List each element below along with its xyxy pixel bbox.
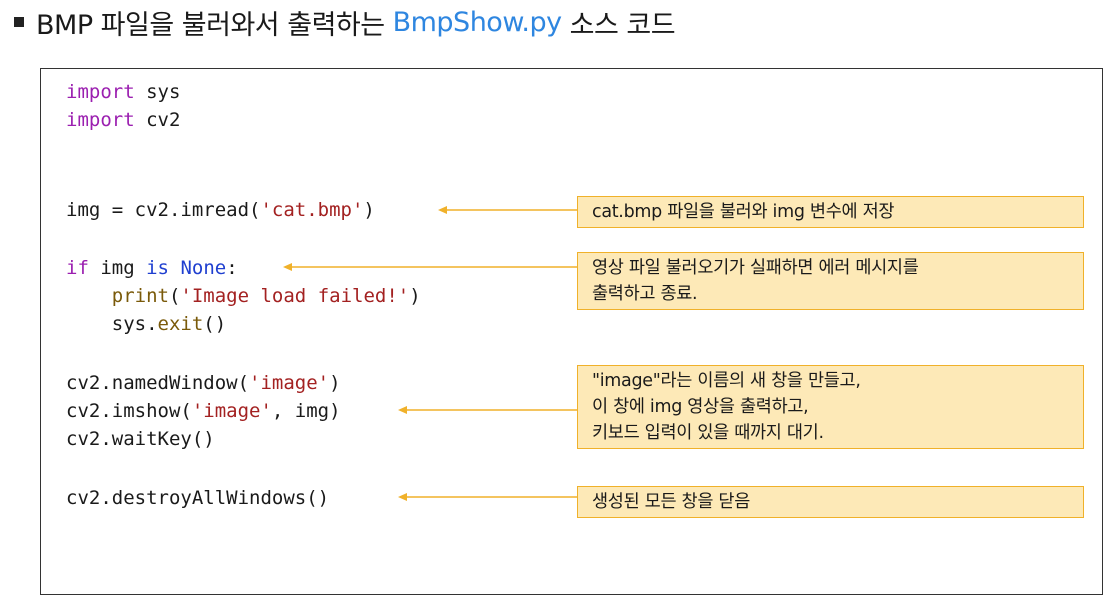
code-line-exit: sys.exit() [66, 313, 227, 335]
code-line-imread: img = cv2.imread('cat.bmp') [66, 199, 375, 221]
arrow-left-icon [283, 263, 577, 271]
code-line-namedwindow: cv2.namedWindow('image') [66, 372, 341, 394]
note-window-show: "image"라는 이름의 새 창을 만들고, 이 창에 img 영상을 출력하… [577, 365, 1084, 449]
code-line-print: print('Image load failed!') [111, 285, 421, 307]
note-load-failed: 영상 파일 불러오기가 실패하면 에러 메시지를 출력하고 종료. [577, 252, 1084, 310]
code-line-destroyallwindows: cv2.destroyAllWindows() [66, 487, 330, 509]
code-line-if-none: if img is None: [66, 257, 238, 279]
code-line-import-cv2: import cv2 [66, 109, 181, 131]
code-line-imshow: cv2.imshow('image', img) [66, 400, 341, 422]
code-line-import-sys: import sys [66, 81, 181, 103]
code-line-waitkey: cv2.waitKey() [66, 428, 215, 450]
note-imread: cat.bmp 파일을 불러와 img 변수에 저장 [577, 196, 1084, 228]
title-filename: BmpShow.py [392, 6, 563, 38]
arrow-left-icon [398, 493, 577, 501]
title-suffix: 소스 코드 [569, 9, 676, 41]
title-prefix: BMP 파일을 불러와서 출력하는 [36, 9, 385, 41]
slide-title: BMP 파일을 불러와서 출력하는 BmpShow.py 소스 코드 [14, 2, 676, 42]
arrow-left-icon [438, 206, 577, 214]
note-destroy: 생성된 모든 창을 닫음 [577, 486, 1084, 518]
square-bullet-icon [14, 17, 24, 27]
arrow-left-icon [398, 406, 577, 414]
